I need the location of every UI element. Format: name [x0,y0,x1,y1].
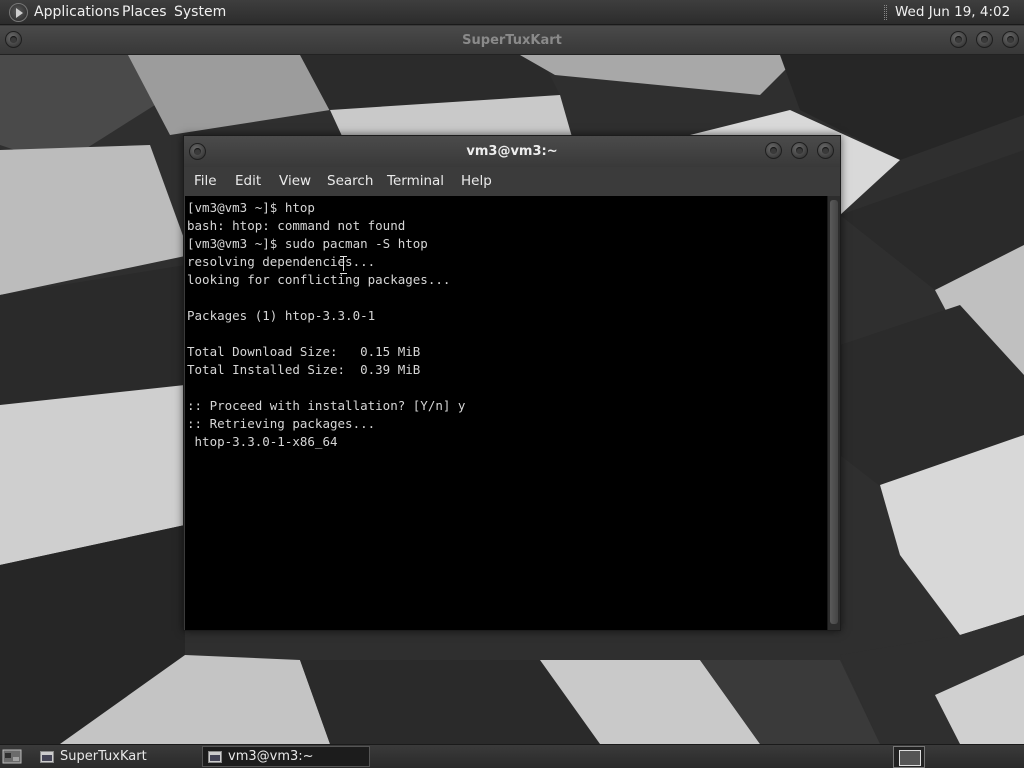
taskbar-item-supertuxkart[interactable]: SuperTuxKart [34,746,198,767]
taskbar-item-label: vm3@vm3:~ [228,749,314,764]
taskbar-item-label: SuperTuxKart [60,749,147,764]
minimize-icon[interactable] [765,142,782,159]
terminal-line: bash: htop: command not found [187,218,406,233]
terminal-line: htop-3.3.0-1-x86_64 [187,434,338,449]
terminal-title: vm3@vm3:~ [466,144,558,159]
menu-edit[interactable]: Edit [235,167,261,196]
terminal-titlebar[interactable]: vm3@vm3:~ [184,136,840,167]
workspace-switcher-icon[interactable] [893,746,925,768]
scrollbar-thumb[interactable] [830,200,838,624]
text-cursor-icon [340,256,348,274]
panel-handle [884,5,887,20]
terminal-window[interactable]: vm3@vm3:~ File Edit View Search Terminal… [183,135,841,631]
clock[interactable]: Wed Jun 19, 4:02 PM [895,0,1024,45]
window-icon [40,751,54,763]
terminal-line: :: Retrieving packages... [187,416,376,431]
menu-places[interactable]: Places [122,0,167,25]
terminal-line: resolving dependencies... [187,254,376,269]
terminal-line: Total Download Size: 0.15 MiB [187,344,421,359]
maximize-icon[interactable] [976,31,993,48]
window-title: SuperTuxKart [462,33,562,48]
terminal-output[interactable]: [vm3@vm3 ~]$ htop bash: htop: command no… [185,196,827,630]
bottom-panel: SuperTuxKart vm3@vm3:~ [0,744,1024,768]
menu-help[interactable]: Help [461,167,492,196]
supertuxkart-titlebar[interactable]: SuperTuxKart [0,26,1024,55]
maximize-icon[interactable] [791,142,808,159]
terminal-line: looking for conflicting packages... [187,272,451,287]
show-desktop-icon[interactable] [2,748,22,765]
menu-view[interactable]: View [279,167,311,196]
menu-file[interactable]: File [194,167,217,196]
close-icon[interactable] [817,142,834,159]
minimize-icon[interactable] [950,31,967,48]
menu-system[interactable]: System [174,0,226,25]
terminal-scrollbar[interactable] [827,196,840,630]
menu-applications[interactable]: Applications [34,0,120,25]
taskbar-item-terminal[interactable]: vm3@vm3:~ [202,746,370,767]
window-icon [208,751,222,763]
terminal-line: [vm3@vm3 ~]$ sudo pacman -S htop [187,236,428,251]
menu-search[interactable]: Search [327,167,373,196]
terminal-line: Packages (1) htop-3.3.0-1 [187,308,376,323]
terminal-line: Total Installed Size: 0.39 MiB [187,362,421,377]
terminal-menubar: File Edit View Search Terminal Help [184,167,840,196]
menu-terminal[interactable]: Terminal [387,167,444,196]
terminal-line: [vm3@vm3 ~]$ htop [187,200,315,215]
gnome-foot-icon[interactable] [9,3,28,22]
top-panel: Applications Places System Wed Jun 19, 4… [0,0,1024,45]
terminal-line: :: Proceed with installation? [Y/n] y [187,398,466,413]
close-icon[interactable] [1002,31,1019,48]
